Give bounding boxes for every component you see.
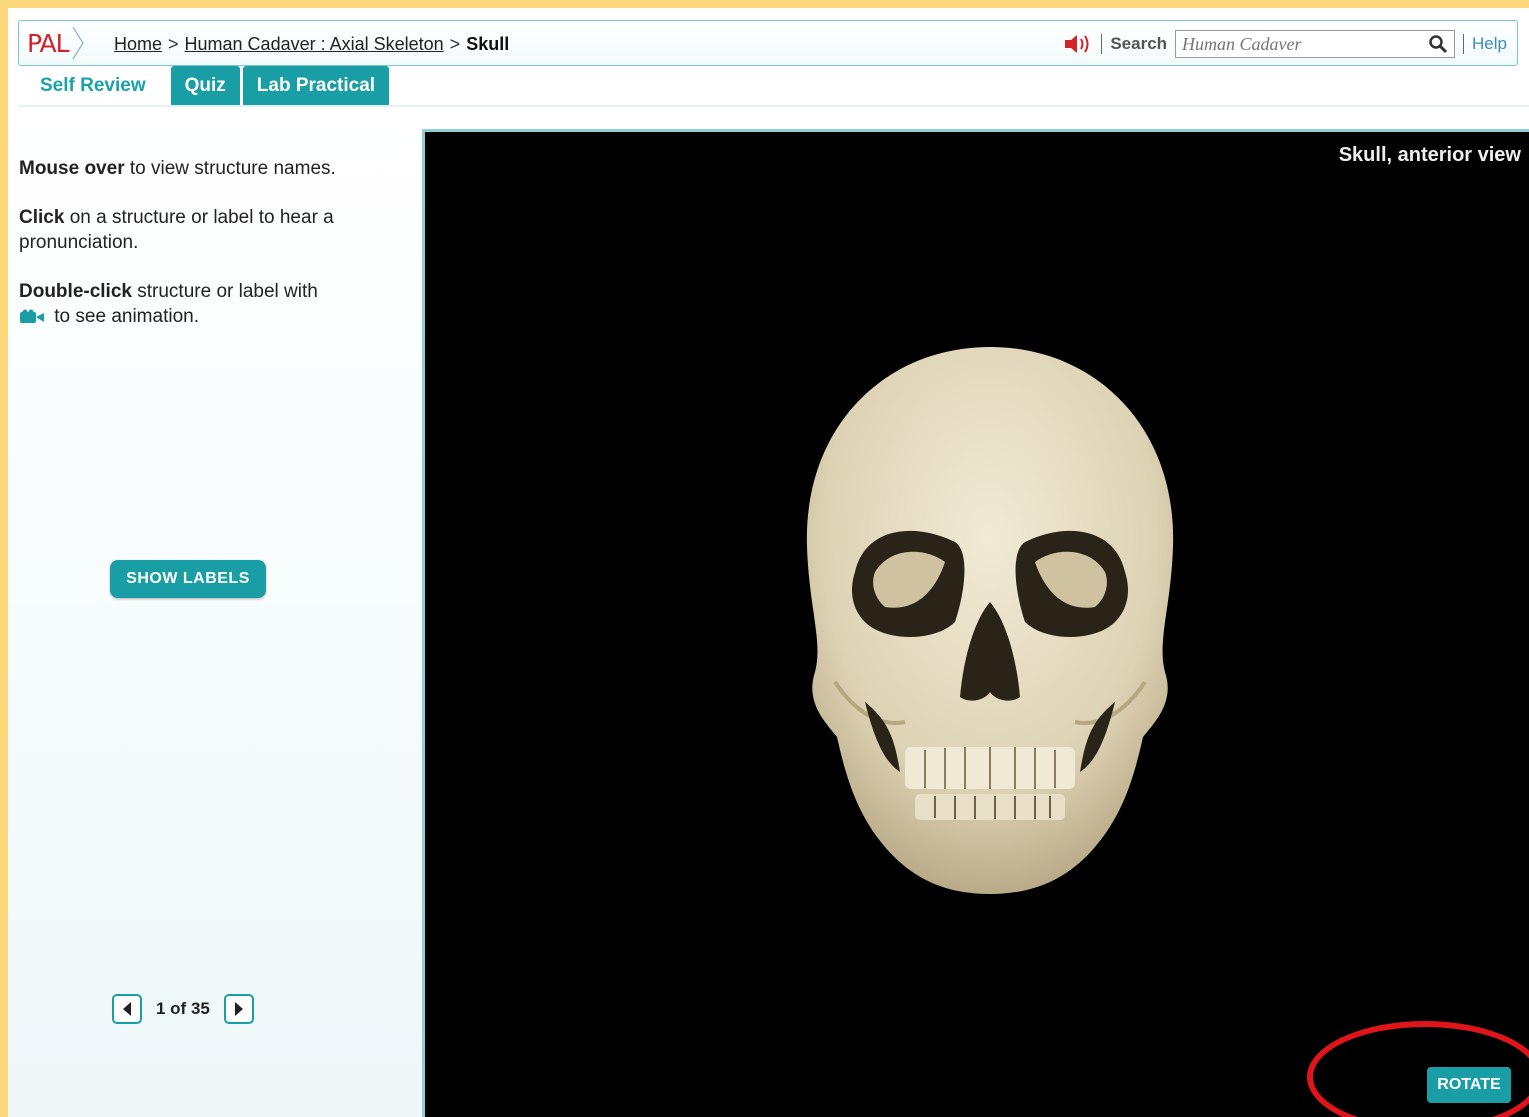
view-title: Skull, anterior view [1338, 144, 1521, 166]
instruction-double-click: Double-click structure or label with to … [19, 281, 318, 327]
tab-quiz[interactable]: Quiz [170, 66, 240, 106]
tab-lab-practical[interactable]: Lab Practical [242, 66, 390, 106]
arrow-right-icon [234, 1002, 243, 1016]
help-link[interactable]: Help [1472, 34, 1507, 54]
tab-divider [18, 105, 1529, 107]
search-box [1175, 30, 1456, 58]
instructions: Mouse over to view structure names. Clic… [19, 156, 379, 353]
header-tools: Search Help [1063, 29, 1507, 59]
breadcrumb-separator: > [449, 34, 461, 54]
page-indicator: 1 of 35 [156, 999, 210, 1018]
arrow-left-icon [123, 1002, 131, 1016]
search-label: Search [1110, 34, 1168, 53]
breadcrumb-current: Skull [466, 34, 510, 54]
instruction-mouse-over: Mouse over to view structure names. [19, 158, 336, 179]
next-button[interactable] [223, 994, 254, 1024]
mode-tabs: Self Review Quiz Lab Practical [18, 66, 390, 106]
previous-button[interactable] [112, 994, 142, 1024]
tab-self-review[interactable]: Self Review [18, 66, 168, 106]
breadcrumb-section[interactable]: Human Cadaver : Axial Skeleton [185, 34, 444, 55]
breadcrumb-separator: > [168, 34, 179, 54]
logo-text: PAL [27, 28, 70, 58]
skull-image[interactable] [795, 342, 1185, 902]
header-bar: PAL Home > Human Cadaver : Axial Skeleto… [18, 20, 1518, 66]
pal-logo[interactable]: PAL [27, 26, 85, 60]
search-input[interactable] [1182, 33, 1413, 55]
show-labels-button[interactable]: SHOW LABELS [110, 560, 266, 598]
search-icon[interactable] [1428, 34, 1448, 54]
image-viewer: Skull, anterior view ROTATE [422, 129, 1529, 1117]
logo-chevron-icon [71, 26, 84, 60]
divider [1101, 34, 1103, 54]
sidebar: Mouse over to view structure names. Clic… [8, 108, 422, 1117]
breadcrumb: Home > Human Cadaver : Axial Skeleton > … [114, 34, 509, 55]
breadcrumb-home[interactable]: Home [114, 34, 162, 55]
pager: 1 of 35 [112, 994, 254, 1024]
speaker-icon[interactable] [1063, 33, 1093, 55]
rotate-button[interactable]: ROTATE [1427, 1067, 1511, 1103]
camera-icon [20, 309, 44, 323]
instruction-click: Click on a structure or label to hear a … [19, 207, 334, 253]
divider [1463, 34, 1465, 54]
pal-app: PAL Home > Human Cadaver : Axial Skeleto… [8, 8, 1529, 1117]
